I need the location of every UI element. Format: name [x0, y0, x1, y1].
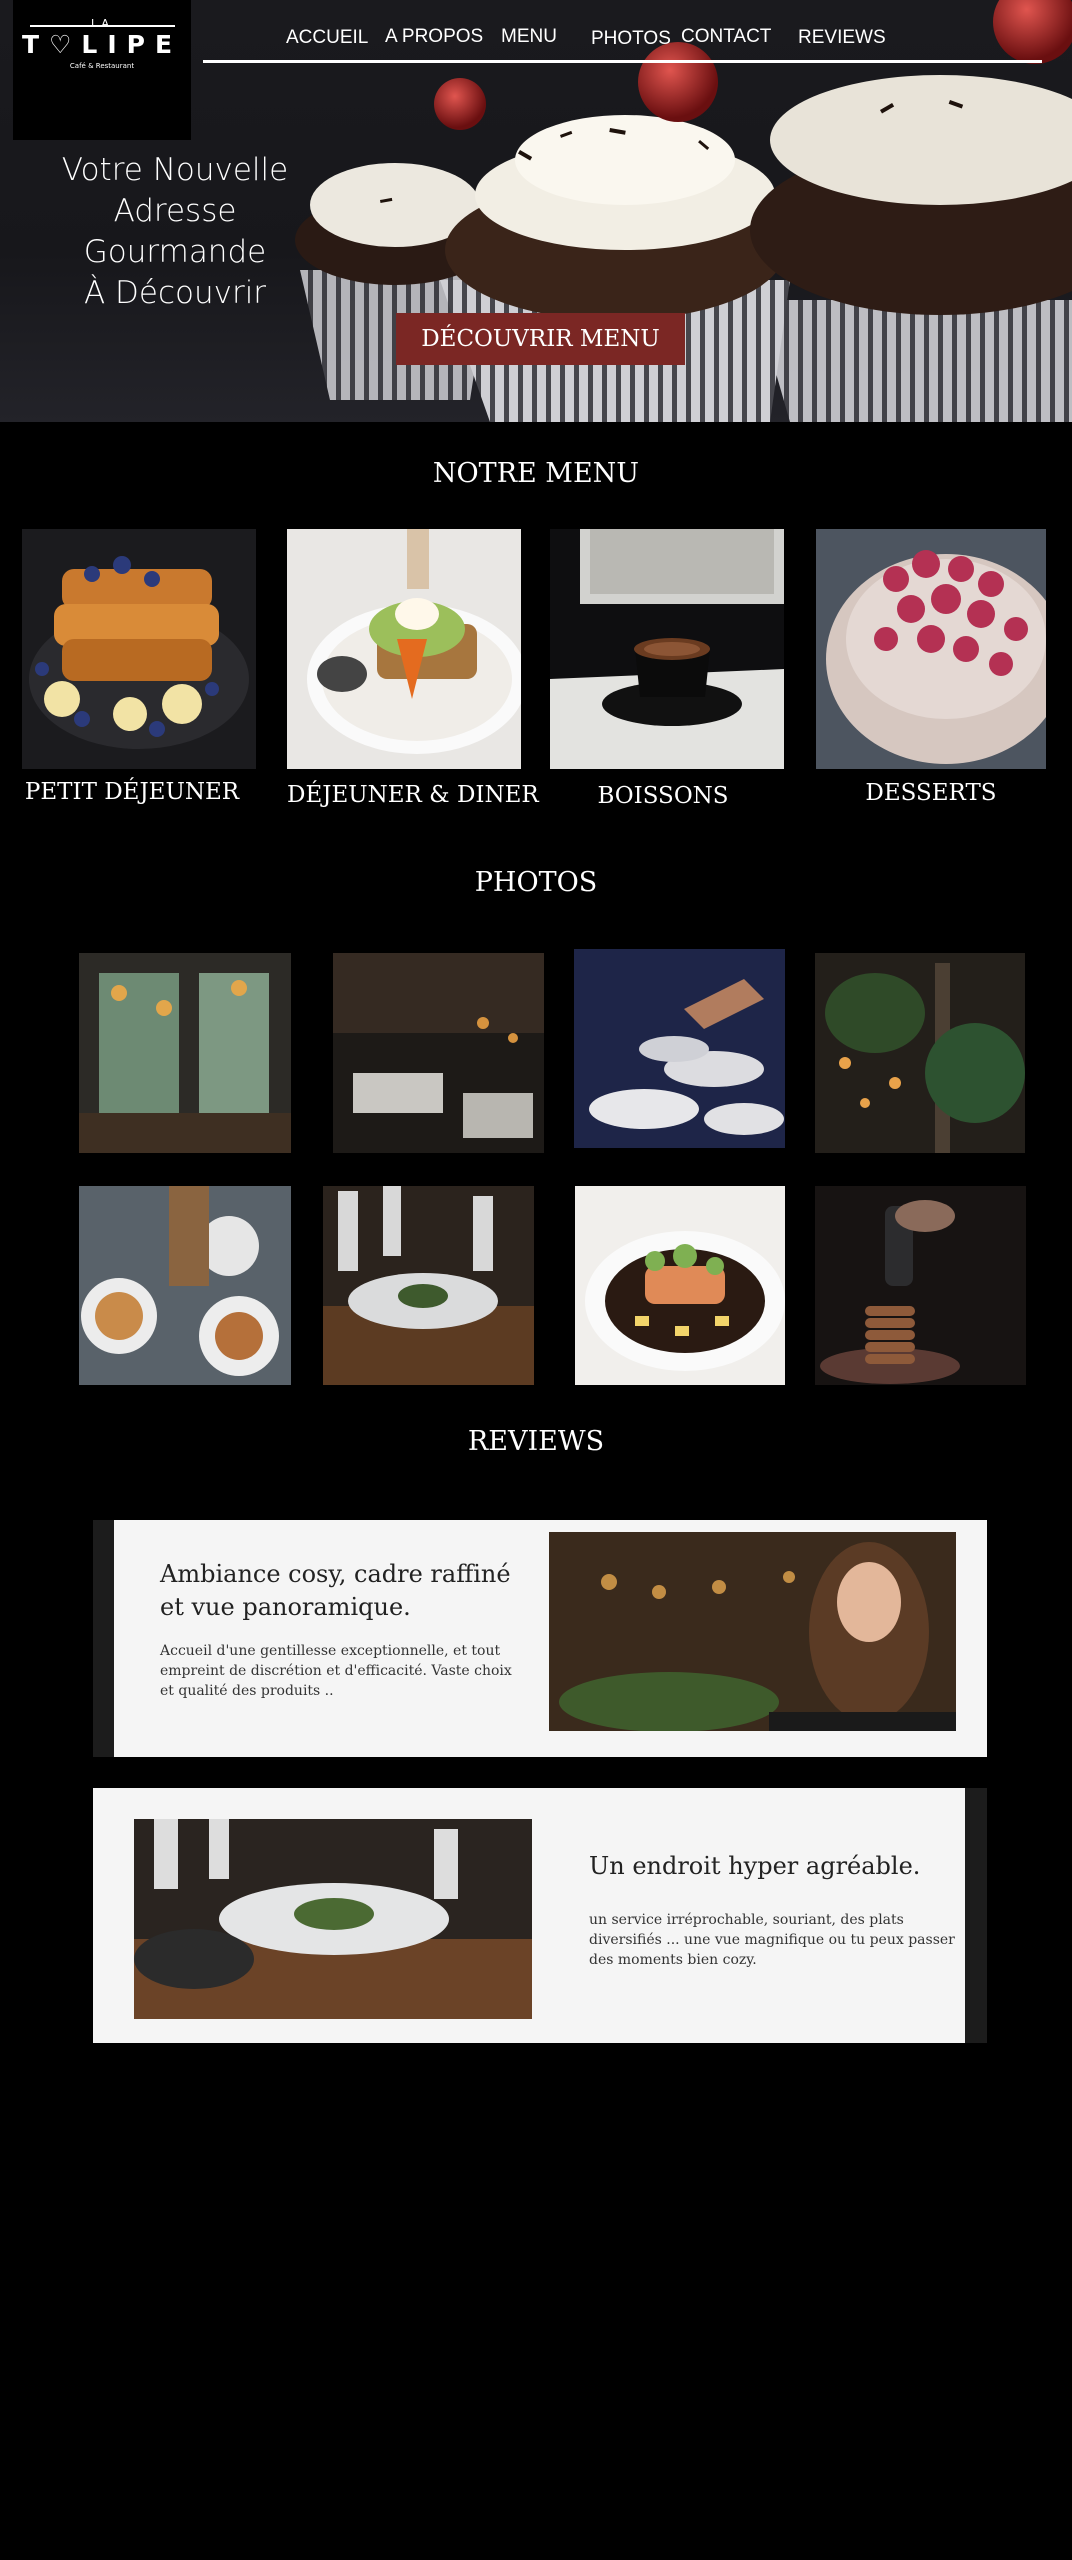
- review-2-text: un service irréprochable, souriant, des …: [589, 1912, 955, 1968]
- hero-banner: LA T♡LIPE Café & Restaurant ACCUEIL A PR…: [0, 0, 1072, 422]
- review-card-1-edge: [93, 1520, 114, 1757]
- pancakes-dark-photo[interactable]: [815, 1186, 1026, 1385]
- terrace-plants-photo[interactable]: [815, 953, 1025, 1153]
- menu-label-dejeuner-diner[interactable]: DÉJEUNER & DINER: [287, 782, 539, 808]
- coffee-cup-image[interactable]: [550, 529, 784, 769]
- brunch-table-photo[interactable]: [79, 1186, 291, 1385]
- menu-section-title: NOTRE MENU: [432, 458, 640, 489]
- woman-dining-photo: [549, 1532, 956, 1731]
- nav-accueil[interactable]: ACCUEIL: [286, 27, 368, 49]
- review-2-title: Un endroit hyper agréable.: [589, 1852, 921, 1880]
- hero-title-line-2: Adresse Gourmande: [83, 193, 267, 270]
- nav-reviews[interactable]: REVIEWS: [798, 27, 886, 49]
- menu-label-desserts[interactable]: DESSERTS: [816, 780, 1046, 806]
- avocado-toast-image[interactable]: [287, 529, 521, 769]
- restaurant-plate-photo: [134, 1819, 532, 2019]
- salmon-dish-photo[interactable]: [575, 1186, 785, 1385]
- raspberry-cake-image[interactable]: [816, 529, 1046, 769]
- menu-label-boissons[interactable]: BOISSONS: [550, 783, 776, 809]
- review-1-title: Ambiance cosy, cadre raffiné et vue pano…: [160, 1560, 511, 1621]
- menu-label-petit-dejeuner[interactable]: PETIT DÉJEUNER: [22, 779, 242, 805]
- review-card-2-edge: [965, 1788, 987, 2043]
- review-1-text: Accueil d'une gentillesse exceptionnelle…: [160, 1643, 512, 1699]
- logo-divider: [30, 25, 175, 27]
- plated-dish-table-photo[interactable]: [323, 1186, 534, 1385]
- discover-menu-button[interactable]: DÉCOUVRIR MENU: [396, 313, 685, 365]
- reviews-section-title: REVIEWS: [467, 1426, 605, 1457]
- nav-underline: [203, 60, 1042, 63]
- french-toast-image[interactable]: [22, 529, 256, 769]
- logo-subtitle: Café & Restaurant: [69, 62, 135, 70]
- restaurant-window-photo[interactable]: [79, 953, 291, 1153]
- logo-name: T♡LIPE: [21, 30, 183, 59]
- photos-section-title: PHOTOS: [474, 867, 598, 898]
- hero-title: Votre Nouvelle Adresse Gourmande À Décou…: [20, 150, 330, 314]
- chef-plating-photo[interactable]: [574, 949, 785, 1148]
- dining-room-photo[interactable]: [333, 953, 544, 1153]
- nav-a-propos[interactable]: A PROPOS: [385, 26, 483, 48]
- logo[interactable]: LA T♡LIPE Café & Restaurant: [13, 0, 191, 140]
- nav-contact[interactable]: CONTACT: [681, 26, 771, 48]
- hero-title-line-3: À Découvrir: [83, 275, 267, 311]
- nav-photos[interactable]: PHOTOS: [591, 28, 671, 50]
- hero-title-line-1: Votre Nouvelle: [61, 152, 289, 188]
- nav-menu[interactable]: MENU: [501, 26, 557, 48]
- logo-top-text: LA: [91, 17, 113, 30]
